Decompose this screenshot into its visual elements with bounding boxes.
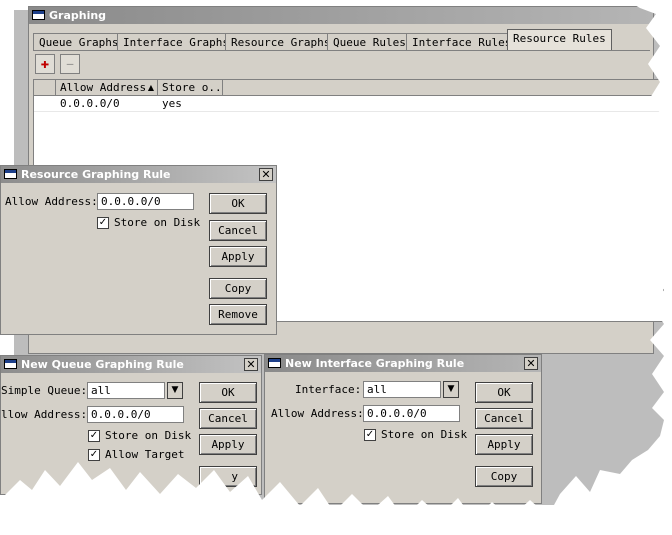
torn-edge-right: [0, 0, 672, 535]
